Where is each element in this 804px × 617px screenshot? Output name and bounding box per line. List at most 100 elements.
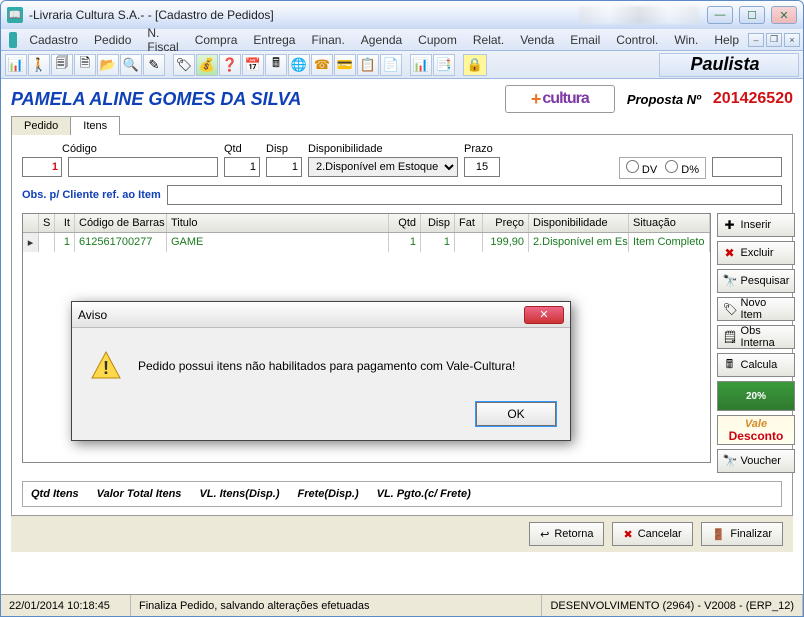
valor-total-label: Valor Total Itens <box>97 488 182 500</box>
tool-doc-icon[interactable]: 🗐 <box>51 54 73 76</box>
col-pr[interactable]: Preço <box>483 214 529 232</box>
disponibilidade-select[interactable]: 2.Disponível em Estoque <box>308 157 458 177</box>
obs-interna-button[interactable]: 🗒Obs Interna <box>717 325 796 349</box>
col-qt[interactable]: Qtd <box>389 214 421 232</box>
col-ti[interactable]: Titulo <box>167 214 389 232</box>
tool-1-icon[interactable]: 📊 <box>5 54 27 76</box>
menu-help[interactable]: Help <box>706 31 747 49</box>
menu-win[interactable]: Win. <box>666 31 706 49</box>
col-ft[interactable]: Fat <box>455 214 483 232</box>
tool-globe-icon[interactable]: 🌐 <box>288 54 310 76</box>
proposal-label: Proposta Nº <box>627 92 701 107</box>
radio-dv[interactable]: DV <box>626 160 657 176</box>
calc-icon: 🖩 <box>723 355 737 376</box>
tool-money-icon[interactable]: 💰 <box>196 54 218 76</box>
tab-pedido[interactable]: Pedido <box>11 116 71 135</box>
vl-pgto-label: VL. Pgto.(c/ Frete) <box>377 488 471 500</box>
menu-bar: Cadastro Pedido N. Fiscal Compra Entrega… <box>1 29 803 51</box>
menu-nfiscal[interactable]: N. Fiscal <box>139 24 186 56</box>
tool-calc-icon[interactable]: 🖩 <box>265 54 287 76</box>
tab-itens[interactable]: Itens <box>70 116 120 135</box>
col-cb[interactable]: Código de Barras <box>75 214 167 232</box>
menu-venda[interactable]: Venda <box>512 31 562 49</box>
menu-control[interactable]: Control. <box>608 31 666 49</box>
dialog-message: Pedido possui itens não habilitados para… <box>138 359 515 373</box>
tool-copy-icon[interactable]: 🗎 <box>74 54 96 76</box>
tool-open-icon[interactable]: 📂 <box>97 54 119 76</box>
obs-input[interactable] <box>167 185 782 205</box>
grid-header: S It Código de Barras Titulo Qtd Disp Fa… <box>23 214 710 233</box>
disponibilidade-label: Disponibilidade <box>308 143 458 155</box>
radio-dp[interactable]: D% <box>665 160 699 176</box>
promo-20-badge[interactable]: 20% <box>717 381 796 411</box>
calcula-button[interactable]: 🖩Calcula <box>717 353 796 377</box>
menu-email[interactable]: Email <box>562 31 608 49</box>
menu-agenda[interactable]: Agenda <box>353 31 410 49</box>
excluir-button[interactable]: ✖Excluir <box>717 241 796 265</box>
col-dp[interactable]: Disp <box>421 214 455 232</box>
prazo-label: Prazo <box>464 143 500 155</box>
finalizar-button[interactable]: 🚪Finalizar <box>701 522 783 546</box>
col-di[interactable]: Disponibilidade <box>529 214 629 232</box>
tool-search-icon[interactable]: 🔍 <box>120 54 142 76</box>
back-icon: ↩ <box>540 528 549 541</box>
tool-edit-icon[interactable]: ✎ <box>143 54 165 76</box>
prazo-input[interactable] <box>464 157 500 177</box>
mdi-minimize[interactable]: – <box>748 33 764 47</box>
tool-note-icon[interactable]: 📋 <box>357 54 379 76</box>
vale-desconto-badge[interactable]: ValeDesconto <box>717 415 796 445</box>
tool-form-icon[interactable]: 📄 <box>380 54 402 76</box>
tool-card-icon[interactable]: 💳 <box>334 54 356 76</box>
mdi-app-icon <box>9 32 17 48</box>
menu-entrega[interactable]: Entrega <box>245 31 303 49</box>
mdi-close[interactable]: × <box>784 33 800 47</box>
cultura-word: cultura <box>542 90 588 108</box>
tool-walk-icon[interactable]: 🚶 <box>28 54 50 76</box>
lock-icon[interactable]: 🔒 <box>463 54 487 76</box>
row-indicator-icon: ▸ <box>23 233 39 252</box>
tool-report-icon[interactable]: 📑 <box>433 54 455 76</box>
menu-relat[interactable]: Relat. <box>465 31 512 49</box>
discount-value-input[interactable] <box>712 157 782 177</box>
note-icon: 🗒 <box>723 330 737 344</box>
tool-help-icon[interactable]: ❓ <box>219 54 241 76</box>
voucher-button[interactable]: 🔭Voucher <box>717 449 796 473</box>
col-si[interactable]: Situação <box>629 214 710 232</box>
codigo-input[interactable] <box>22 157 62 177</box>
tool-tag-icon[interactable]: 🏷 <box>173 54 195 76</box>
obs-label: Obs. p/ Cliente ref. ao Item <box>22 189 161 201</box>
status-bar: 22/01/2014 10:18:45 Finaliza Pedido, sal… <box>1 594 803 616</box>
col-it[interactable]: It <box>55 214 75 232</box>
menu-pedido[interactable]: Pedido <box>86 31 139 49</box>
retorna-button[interactable]: ↩Retorna <box>529 522 604 546</box>
codigo-desc-input[interactable] <box>68 157 218 177</box>
minimize-button[interactable]: — <box>707 6 733 24</box>
close-button[interactable]: ✕ <box>771 6 797 24</box>
cancelar-button[interactable]: ✖Cancelar <box>612 522 692 546</box>
qtd-itens-label: Qtd Itens <box>31 488 79 500</box>
dialog-title: Aviso <box>78 308 107 322</box>
table-row[interactable]: ▸ 1 612561700277 GAME 1 1 199,90 2.Dispo… <box>23 233 710 252</box>
window-titlebar: 📖 -Livraria Cultura S.A.- - [Cadastro de… <box>1 1 803 29</box>
pesquisar-button[interactable]: 🔭Pesquisar <box>717 269 796 293</box>
dialog-close-button[interactable]: ✕ <box>524 306 564 324</box>
menu-cupom[interactable]: Cupom <box>410 31 465 49</box>
tool-calendar-icon[interactable]: 📅 <box>242 54 264 76</box>
menu-compra[interactable]: Compra <box>187 31 246 49</box>
mdi-restore[interactable]: ❐ <box>766 33 782 47</box>
svg-text:!: ! <box>103 358 109 378</box>
novo-item-button[interactable]: 🏷Novo Item <box>717 297 796 321</box>
menu-cadastro[interactable]: Cadastro <box>21 31 86 49</box>
proposal-number: 201426520 <box>713 90 793 108</box>
disp-input[interactable] <box>266 157 302 177</box>
tool-chart-icon[interactable]: 📊 <box>410 54 432 76</box>
dialog-ok-button[interactable]: OK <box>476 402 556 426</box>
maximize-button[interactable]: ☐ <box>739 6 765 24</box>
inserir-button[interactable]: ✚Inserir <box>717 213 796 237</box>
col-s[interactable]: S <box>39 214 55 232</box>
aviso-dialog: Aviso ✕ ! Pedido possui itens não habili… <box>71 301 571 441</box>
tool-phone-icon[interactable]: ☎ <box>311 54 333 76</box>
menu-finan[interactable]: Finan. <box>303 31 352 49</box>
qtd-input[interactable] <box>224 157 260 177</box>
main-toolbar: 📊 🚶 🗐 🗎 📂 🔍 ✎ 🏷 💰 ❓ 📅 🖩 🌐 ☎ 💳 📋 📄 📊 📑 🔒 … <box>1 51 803 79</box>
